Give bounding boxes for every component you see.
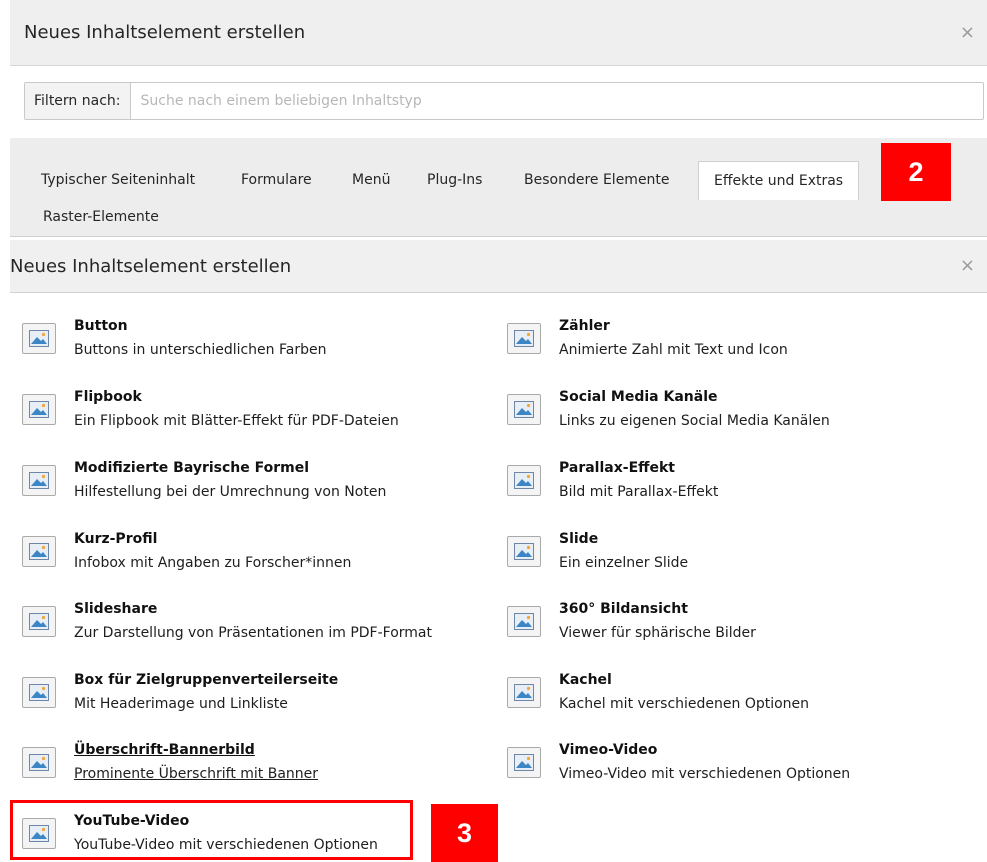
tab-effekte-und-extras[interactable]: Effekte und Extras xyxy=(698,161,860,200)
element-title: Überschrift-Bannerbild xyxy=(74,742,255,758)
tab-formulare[interactable]: Formulare xyxy=(226,161,327,199)
element-description: Viewer für sphärische Bilder xyxy=(559,625,756,641)
filter-row: Filtern nach: xyxy=(24,82,984,120)
top-modal-title: Neues Inhaltselement erstellen xyxy=(24,22,306,43)
element-description: Buttons in unterschiedlichen Farben xyxy=(74,342,327,358)
content-element-image-icon xyxy=(22,677,56,708)
element-description: Infobox mit Angaben zu Forscher*innen xyxy=(74,555,352,571)
element-item-ueberschrift-bannerbild[interactable]: Überschrift-Bannerbild Prominente Übersc… xyxy=(22,742,472,798)
bottom-modal-header: Neues Inhaltselement erstellen × xyxy=(10,240,987,293)
element-item-kurz-profil[interactable]: Kurz-Profil Infobox mit Angaben zu Forsc… xyxy=(22,531,472,587)
annotation-highlight-youtube-video xyxy=(10,800,413,860)
element-title: Box für Zielgruppenverteilerseite xyxy=(74,672,339,688)
element-item-vimeo-video[interactable]: Vimeo-Video Vimeo-Video mit verschiedene… xyxy=(507,742,977,798)
element-title: Parallax-Effekt xyxy=(559,460,675,476)
element-description: Mit Headerimage und Linkliste xyxy=(74,696,288,712)
element-description: Ein einzelner Slide xyxy=(559,555,689,571)
element-item-360-bildansicht[interactable]: 360° Bildansicht Viewer für sphärische B… xyxy=(507,601,977,657)
element-title: Slideshare xyxy=(74,601,158,617)
content-type-tabs: Typischer Seiteninhalt Formulare Menü Pl… xyxy=(10,138,987,237)
annotation-badge-3: 3 xyxy=(431,804,498,862)
top-modal-header: Neues Inhaltselement erstellen × xyxy=(10,0,987,66)
element-description: Animierte Zahl mit Text und Icon xyxy=(559,342,788,358)
content-element-image-icon xyxy=(507,606,541,637)
element-item-slideshare[interactable]: Slideshare Zur Darstellung von Präsentat… xyxy=(22,601,472,657)
element-description: Bild mit Parallax-Effekt xyxy=(559,484,719,500)
element-description: Kachel mit verschiedenen Optionen xyxy=(559,696,810,712)
element-description: Ein Flipbook mit Blätter-Effekt für PDF-… xyxy=(74,413,399,429)
element-item-slide[interactable]: Slide Ein einzelner Slide xyxy=(507,531,977,587)
content-element-image-icon xyxy=(22,323,56,354)
element-title: Slide xyxy=(559,531,599,547)
element-item-modifizierte-bayrische-formel[interactable]: Modifizierte Bayrische Formel Hilfestell… xyxy=(22,460,472,516)
element-title: Zähler xyxy=(559,318,610,334)
element-title: Button xyxy=(74,318,128,334)
content-element-image-icon xyxy=(22,606,56,637)
element-title: Kurz-Profil xyxy=(74,531,158,547)
filter-search-input[interactable] xyxy=(130,83,983,119)
element-title: Vimeo-Video xyxy=(559,742,658,758)
content-element-image-icon xyxy=(507,677,541,708)
element-title: Modifizierte Bayrische Formel xyxy=(74,460,310,476)
element-description: Vimeo-Video mit verschiedenen Optionen xyxy=(559,766,851,782)
element-item-parallax-effekt[interactable]: Parallax-Effekt Bild mit Parallax-Effekt xyxy=(507,460,977,516)
element-title: Kachel xyxy=(559,672,612,688)
element-description: Hilfestellung bei der Umrechnung von Not… xyxy=(74,484,387,500)
bottom-modal-close-icon[interactable]: × xyxy=(960,257,975,275)
element-item-flipbook[interactable]: Flipbook Ein Flipbook mit Blätter-Effekt… xyxy=(22,389,472,445)
content-element-image-icon xyxy=(507,394,541,425)
tab-besondere-elemente[interactable]: Besondere Elemente xyxy=(509,161,685,199)
content-element-image-icon xyxy=(507,323,541,354)
element-title: Flipbook xyxy=(74,389,142,405)
element-title: 360° Bildansicht xyxy=(559,601,688,617)
element-item-button[interactable]: Button Buttons in unterschiedlichen Farb… xyxy=(22,318,472,374)
element-title: Social Media Kanäle xyxy=(559,389,718,405)
content-element-image-icon xyxy=(22,394,56,425)
top-modal-close-icon[interactable]: × xyxy=(960,23,975,42)
tab-plug-ins[interactable]: Plug-Ins xyxy=(412,161,497,199)
content-element-image-icon xyxy=(507,465,541,496)
element-description: Zur Darstellung von Präsentationen im PD… xyxy=(74,625,432,641)
content-element-image-icon xyxy=(507,536,541,567)
top-modal-new-content-element: Neues Inhaltselement erstellen × Filtern… xyxy=(10,0,987,238)
tab-menue[interactable]: Menü xyxy=(337,161,405,199)
filter-label: Filtern nach: xyxy=(25,83,131,119)
tab-typischer-seiteninhalt[interactable]: Typischer Seiteninhalt xyxy=(26,161,210,199)
element-item-box-fuer-zielgruppenverteilerseite[interactable]: Box für Zielgruppenverteilerseite Mit He… xyxy=(22,672,472,728)
element-description: Links zu eigenen Social Media Kanälen xyxy=(559,413,830,429)
content-element-image-icon xyxy=(22,747,56,778)
tab-raster-elemente[interactable]: Raster-Elemente xyxy=(28,198,174,236)
element-description: Prominente Überschrift mit Banner xyxy=(74,766,319,782)
content-element-image-icon xyxy=(507,747,541,778)
content-element-image-icon xyxy=(22,465,56,496)
annotation-badge-2: 2 xyxy=(881,143,951,201)
bottom-modal-title: Neues Inhaltselement erstellen xyxy=(10,255,292,277)
content-element-image-icon xyxy=(22,536,56,567)
element-item-social-media-kanaele[interactable]: Social Media Kanäle Links zu eigenen Soc… xyxy=(507,389,977,445)
element-item-kachel[interactable]: Kachel Kachel mit verschiedenen Optionen xyxy=(507,672,977,728)
element-item-zaehler[interactable]: Zähler Animierte Zahl mit Text und Icon xyxy=(507,318,977,374)
